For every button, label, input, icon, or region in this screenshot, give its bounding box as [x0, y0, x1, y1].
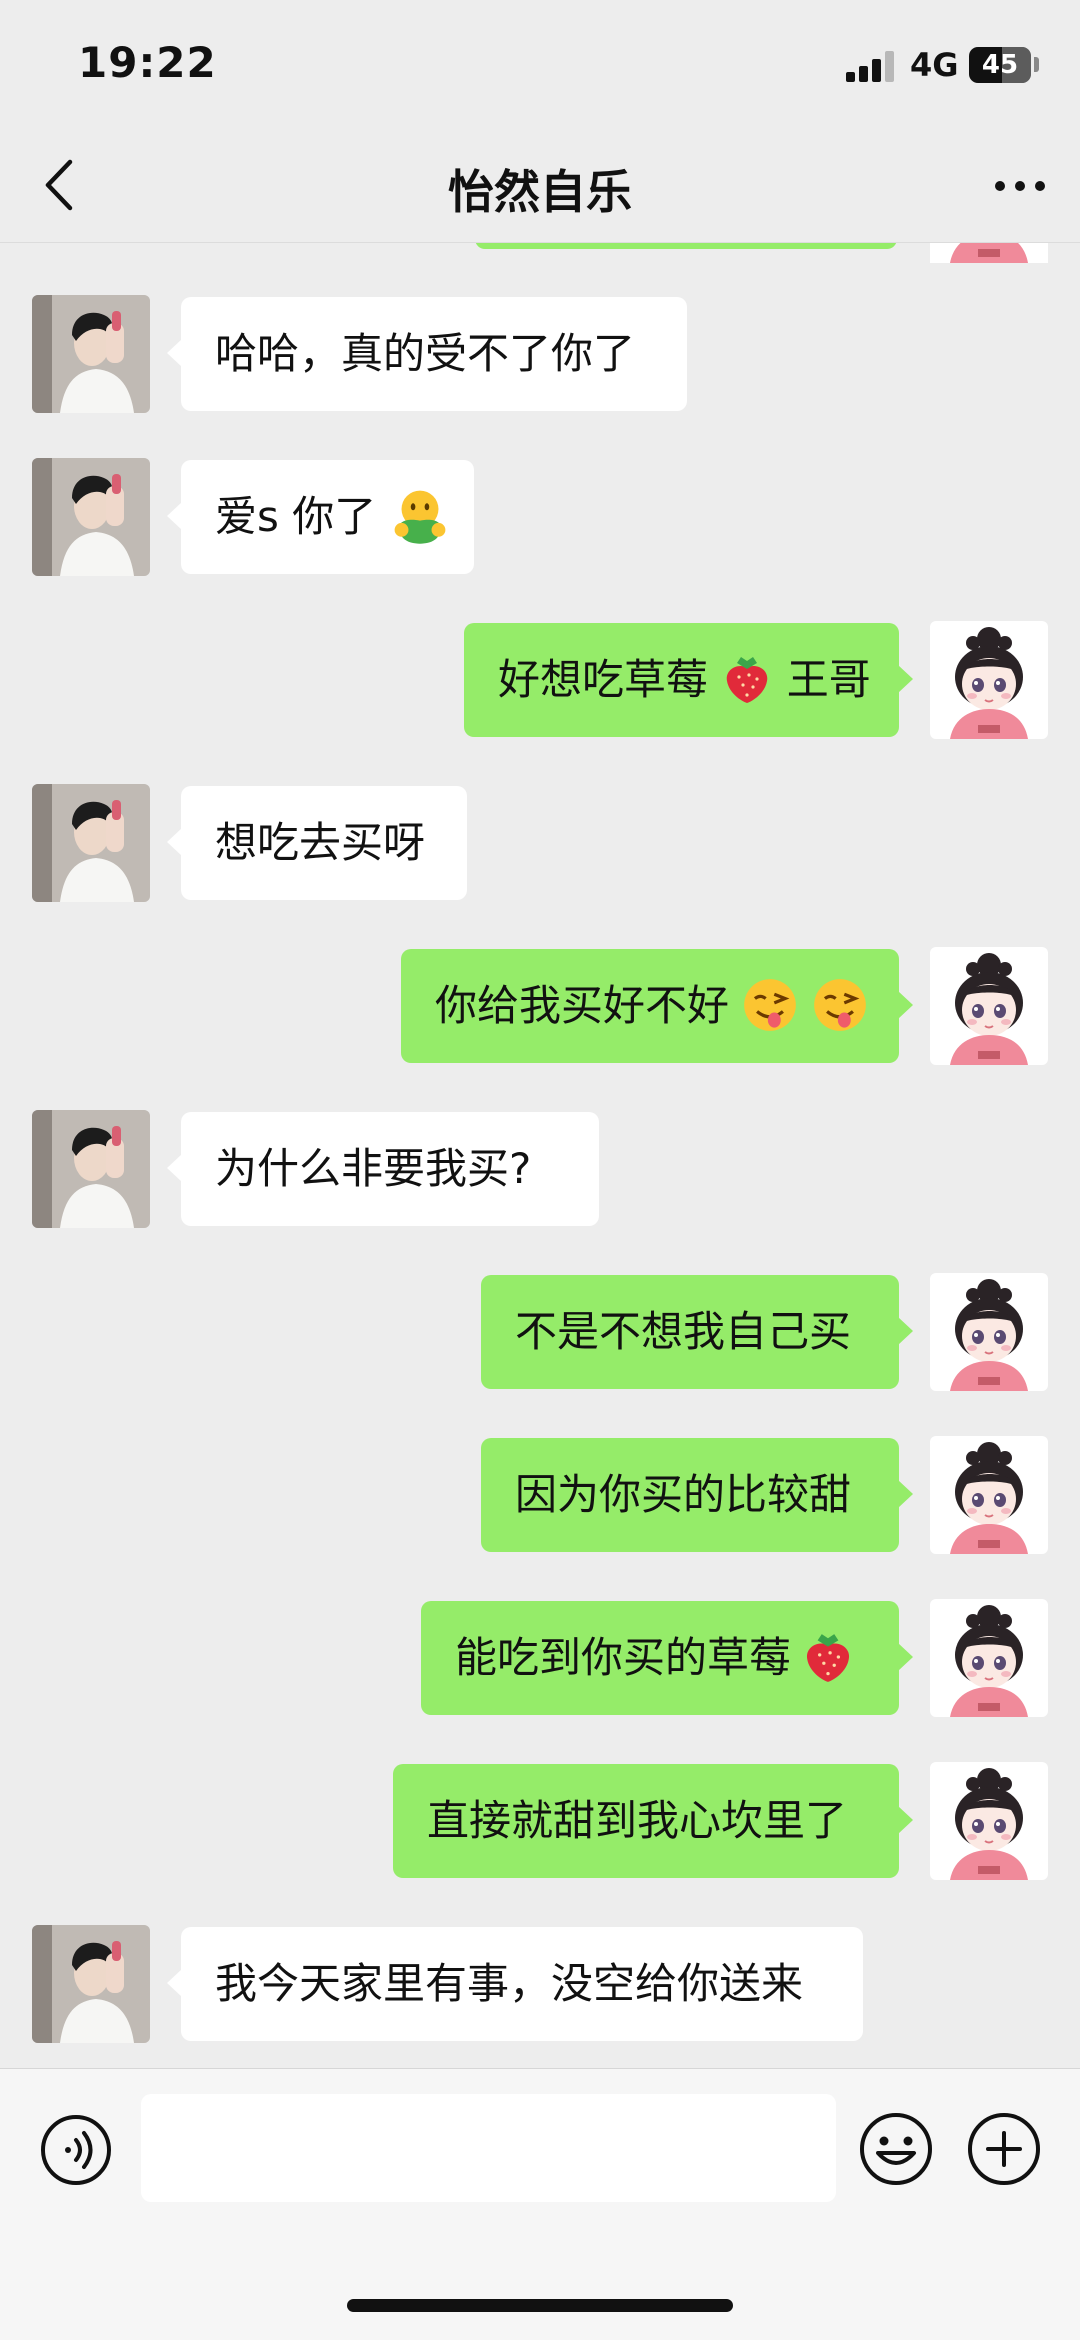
battery-tip — [1034, 57, 1039, 72]
message-text: 因为你买的比较甜 — [515, 1470, 852, 1519]
signal-icon — [846, 50, 898, 82]
avatar[interactable] — [32, 458, 150, 576]
message-bubble[interactable]: 哈哈，真的受不了你了 — [167, 297, 687, 411]
more-dots-icon[interactable] — [990, 164, 1050, 208]
message-bubble[interactable]: 好想吃草莓 王哥 — [464, 623, 913, 737]
message-list[interactable]: 哈哈，真的受不了你了 爱s 你了 好想吃草莓 王哥 想吃去买呀 你给我买好不好 — [0, 243, 1080, 2068]
message-text: 好想吃草莓 — [498, 655, 709, 704]
message-bubble[interactable]: 为什么非要我买? — [167, 1112, 599, 1226]
avatar[interactable] — [930, 243, 1048, 263]
voice-icon[interactable] — [40, 2114, 112, 2186]
message-text: 不是不想我自己买 — [515, 1307, 852, 1356]
message-bubble[interactable]: 爱s 你了 — [167, 460, 474, 574]
chat-title: 怡然自乐 — [448, 165, 632, 219]
avatar[interactable] — [930, 1762, 1048, 1880]
message-bubble[interactable]: 我今天家里有事，没空给你送来 — [167, 1927, 863, 2041]
message-input[interactable] — [141, 2094, 836, 2202]
message-text: 你给我买好不好 — [435, 981, 730, 1030]
message-text: 我今天家里有事，没空给你送来 — [215, 1959, 804, 2008]
winking-tongue-emoji-icon — [812, 977, 868, 1032]
message-bubble[interactable]: 直接就甜到我心坎里了 — [393, 1764, 913, 1878]
avatar[interactable] — [32, 1925, 150, 2043]
plus-icon[interactable] — [966, 2111, 1042, 2187]
avatar[interactable] — [930, 947, 1048, 1065]
status-bar: 19:22 4G 45 — [0, 0, 1080, 130]
avatar[interactable] — [32, 1110, 150, 1228]
message-bubble[interactable]: 想吃去买呀 — [167, 786, 467, 900]
message-bubble[interactable]: 因为你买的比较甜 — [481, 1438, 913, 1552]
avatar[interactable] — [930, 1599, 1048, 1717]
avatar[interactable] — [32, 784, 150, 902]
avatar[interactable] — [32, 295, 150, 413]
message-text: 为什么非要我买? — [215, 1144, 532, 1193]
message-bubble[interactable]: 你给我买好不好 — [401, 949, 913, 1063]
battery-level: 45 — [981, 50, 1019, 80]
message-text: 哈哈，真的受不了你了 — [215, 329, 636, 378]
status-time: 19:22 — [78, 38, 217, 87]
message-text: 直接就甜到我心坎里了 — [427, 1796, 848, 1845]
battery-icon: 45 — [969, 47, 1031, 83]
home-indicator[interactable] — [347, 2299, 733, 2312]
strawberry-emoji-icon — [727, 656, 768, 703]
chat-header: 怡然自乐 — [0, 130, 1080, 243]
avatar[interactable] — [930, 621, 1048, 739]
message-text: 王哥 — [786, 655, 871, 704]
strawberry-emoji-icon — [807, 1633, 850, 1682]
avatar[interactable] — [930, 1273, 1048, 1391]
network-type: 4G — [910, 46, 959, 84]
avatar[interactable] — [930, 1436, 1048, 1554]
partial-message-bubble[interactable] — [475, 243, 897, 249]
message-text: 能吃到你买的草莓 — [455, 1633, 792, 1682]
message-bubble[interactable]: 不是不想我自己买 — [481, 1275, 913, 1389]
message-text: 想吃去买呀 — [215, 818, 426, 867]
message-text: 爱s 你了 — [215, 492, 377, 541]
winking-tongue-emoji-icon — [742, 977, 798, 1032]
emoji-icon[interactable] — [858, 2111, 934, 2187]
hug-emoji-icon — [394, 490, 445, 544]
message-bubble[interactable]: 能吃到你买的草莓 — [421, 1601, 913, 1715]
